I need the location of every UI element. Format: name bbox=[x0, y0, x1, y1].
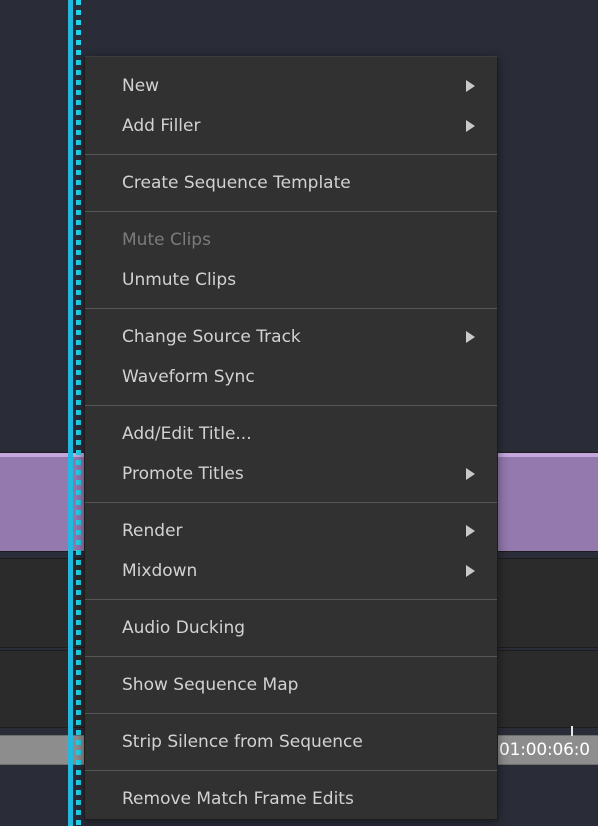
menu-item-label: Mixdown bbox=[122, 561, 198, 581]
clip-purple-right[interactable] bbox=[498, 452, 598, 552]
clip-header-strip bbox=[498, 453, 598, 457]
menu-item-label: Audio Ducking bbox=[122, 618, 246, 638]
menu-item-show-sequence-map[interactable]: Show Sequence Map bbox=[85, 665, 497, 705]
menu-item-label: Change Source Track bbox=[122, 327, 301, 347]
menu-item-add-filler[interactable]: Add Filler bbox=[85, 106, 497, 146]
menu-item-label: Unmute Clips bbox=[122, 270, 237, 290]
menu-separator bbox=[85, 713, 497, 714]
menu-item-waveform-sync[interactable]: Waveform Sync bbox=[85, 357, 497, 397]
timecode-playhead-tick bbox=[571, 726, 573, 736]
menu-item-change-source-track[interactable]: Change Source Track bbox=[85, 317, 497, 357]
menu-item-label: Waveform Sync bbox=[122, 367, 255, 387]
menu-item-label: Remove Match Frame Edits bbox=[122, 789, 354, 809]
menu-item-label: New bbox=[122, 76, 160, 96]
playhead-dotted-line[interactable] bbox=[76, 0, 81, 826]
menu-item-label: Create Sequence Template bbox=[122, 173, 351, 193]
menu-item-mixdown[interactable]: Mixdown bbox=[85, 551, 497, 591]
menu-item-label: Mute Clips bbox=[122, 230, 211, 250]
submenu-arrow-icon bbox=[466, 525, 475, 537]
timecode-value: 01:00:06:0 bbox=[499, 740, 590, 760]
menu-item-label: Strip Silence from Sequence bbox=[122, 732, 363, 752]
submenu-arrow-icon bbox=[466, 80, 475, 92]
menu-separator bbox=[85, 502, 497, 503]
menu-item-audio-ducking[interactable]: Audio Ducking bbox=[85, 608, 497, 648]
menu-separator bbox=[85, 599, 497, 600]
menu-item-promote-titles[interactable]: Promote Titles bbox=[85, 454, 497, 494]
menu-item-label: Add Filler bbox=[122, 116, 201, 136]
menu-item-strip-silence-from-sequence[interactable]: Strip Silence from Sequence bbox=[85, 722, 497, 762]
menu-item-add-edit-title[interactable]: Add/Edit Title... bbox=[85, 414, 497, 454]
menu-item-new[interactable]: New bbox=[85, 66, 497, 106]
menu-item-mute-clips: Mute Clips bbox=[85, 220, 497, 260]
menu-item-label: Promote Titles bbox=[122, 464, 244, 484]
menu-separator bbox=[85, 154, 497, 155]
menu-item-label: Render bbox=[122, 521, 183, 541]
menu-item-render[interactable]: Render bbox=[85, 511, 497, 551]
menu-item-unmute-clips[interactable]: Unmute Clips bbox=[85, 260, 497, 300]
submenu-arrow-icon bbox=[466, 565, 475, 577]
menu-item-label: Add/Edit Title... bbox=[122, 424, 252, 444]
menu-item-remove-match-frame-edits[interactable]: Remove Match Frame Edits bbox=[85, 779, 497, 819]
menu-separator bbox=[85, 656, 497, 657]
submenu-arrow-icon bbox=[466, 331, 475, 343]
menu-separator bbox=[85, 405, 497, 406]
menu-separator bbox=[85, 211, 497, 212]
menu-item-label: Show Sequence Map bbox=[122, 675, 299, 695]
menu-item-create-sequence-template[interactable]: Create Sequence Template bbox=[85, 163, 497, 203]
timecode-readout: 01:00:06:0 bbox=[496, 735, 598, 765]
submenu-arrow-icon bbox=[466, 120, 475, 132]
sequence-context-menu[interactable]: New Add Filler Create Sequence Template Mut… bbox=[84, 56, 498, 820]
playhead-line[interactable] bbox=[68, 0, 73, 826]
submenu-arrow-icon bbox=[466, 468, 475, 480]
menu-separator bbox=[85, 770, 497, 771]
menu-separator bbox=[85, 308, 497, 309]
